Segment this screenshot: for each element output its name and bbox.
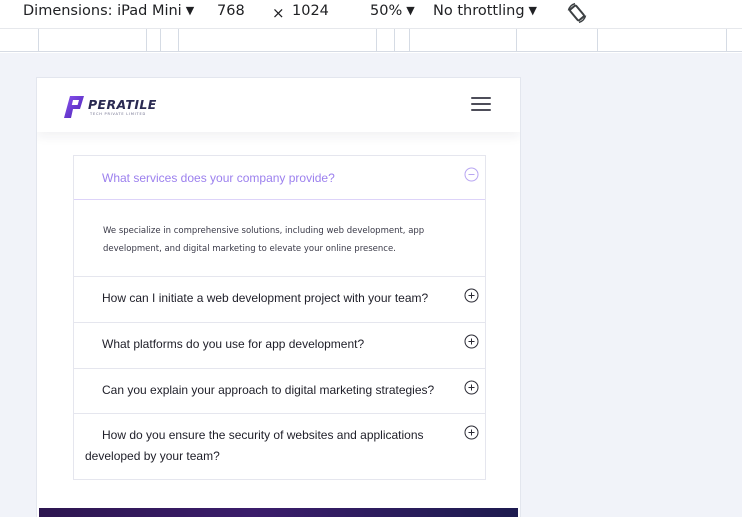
width-input[interactable]: 768 xyxy=(217,3,245,19)
faq-question-text: How do you ensure the security of websit… xyxy=(85,428,424,463)
faq-item: Can you explain your approach to digital… xyxy=(73,369,486,414)
faq-item: What services does your company provide?… xyxy=(73,155,486,277)
times-icon: × xyxy=(272,4,285,22)
next-section-banner xyxy=(39,508,518,517)
plus-circle-icon[interactable] xyxy=(464,288,479,303)
plus-circle-icon[interactable] xyxy=(464,334,479,349)
hamburger-menu-icon[interactable] xyxy=(471,97,493,113)
faq-question-text: How can I initiate a web development pro… xyxy=(102,291,429,305)
minus-circle-icon[interactable] xyxy=(464,167,479,182)
faq-question-button[interactable]: How can I initiate a web development pro… xyxy=(74,277,485,322)
site-header: PERATILE TECH PRIVATE LIMITED xyxy=(37,78,520,132)
device-dimensions-label: Dimensions: iPad Mini xyxy=(23,3,182,19)
logo-tagline: TECH PRIVATE LIMITED xyxy=(90,112,146,116)
media-query-ruler xyxy=(0,28,742,52)
device-viewport: PERATILE TECH PRIVATE LIMITED What servi… xyxy=(37,78,520,517)
device-toolbar: Dimensions: iPad Mini ▼ 768 × 1024 50% ▼ N… xyxy=(0,0,742,28)
faq-item: What platforms do you use for app develo… xyxy=(73,323,486,369)
logo-icon[interactable] xyxy=(63,94,87,120)
plus-circle-icon[interactable] xyxy=(464,380,479,395)
logo-text: PERATILE xyxy=(88,97,157,112)
faq-accordion: What services does your company provide?… xyxy=(73,155,486,480)
height-input[interactable]: 1024 xyxy=(292,3,329,19)
faq-item: How can I initiate a web development pro… xyxy=(73,277,486,323)
plus-circle-icon[interactable] xyxy=(464,425,479,440)
zoom-label: 50% xyxy=(370,3,403,19)
faq-answer-text: We specialize in comprehensive solutions… xyxy=(103,226,425,254)
chevron-down-icon: ▼ xyxy=(528,4,538,17)
chevron-down-icon: ▼ xyxy=(185,4,195,17)
faq-question-button[interactable]: Can you explain your approach to digital… xyxy=(74,369,485,413)
throttling-label: No throttling xyxy=(433,3,525,19)
throttling-dropdown[interactable]: No throttling ▼ xyxy=(433,3,537,19)
faq-question-text: What services does your company provide? xyxy=(102,171,335,185)
faq-question-button[interactable]: What services does your company provide? xyxy=(74,156,485,200)
faq-item: How do you ensure the security of websit… xyxy=(73,414,486,480)
faq-question-text: Can you explain your approach to digital… xyxy=(102,383,435,397)
zoom-dropdown[interactable]: 50% ▼ xyxy=(370,3,415,19)
faq-question-button[interactable]: What platforms do you use for app develo… xyxy=(74,323,485,368)
faq-question-text: What platforms do you use for app develo… xyxy=(102,337,365,351)
faq-question-button[interactable]: How do you ensure the security of websit… xyxy=(74,414,485,479)
rotate-icon[interactable] xyxy=(564,0,590,26)
chevron-down-icon: ▼ xyxy=(406,4,415,17)
device-dimensions-dropdown[interactable]: Dimensions: iPad Mini ▼ xyxy=(23,3,194,19)
